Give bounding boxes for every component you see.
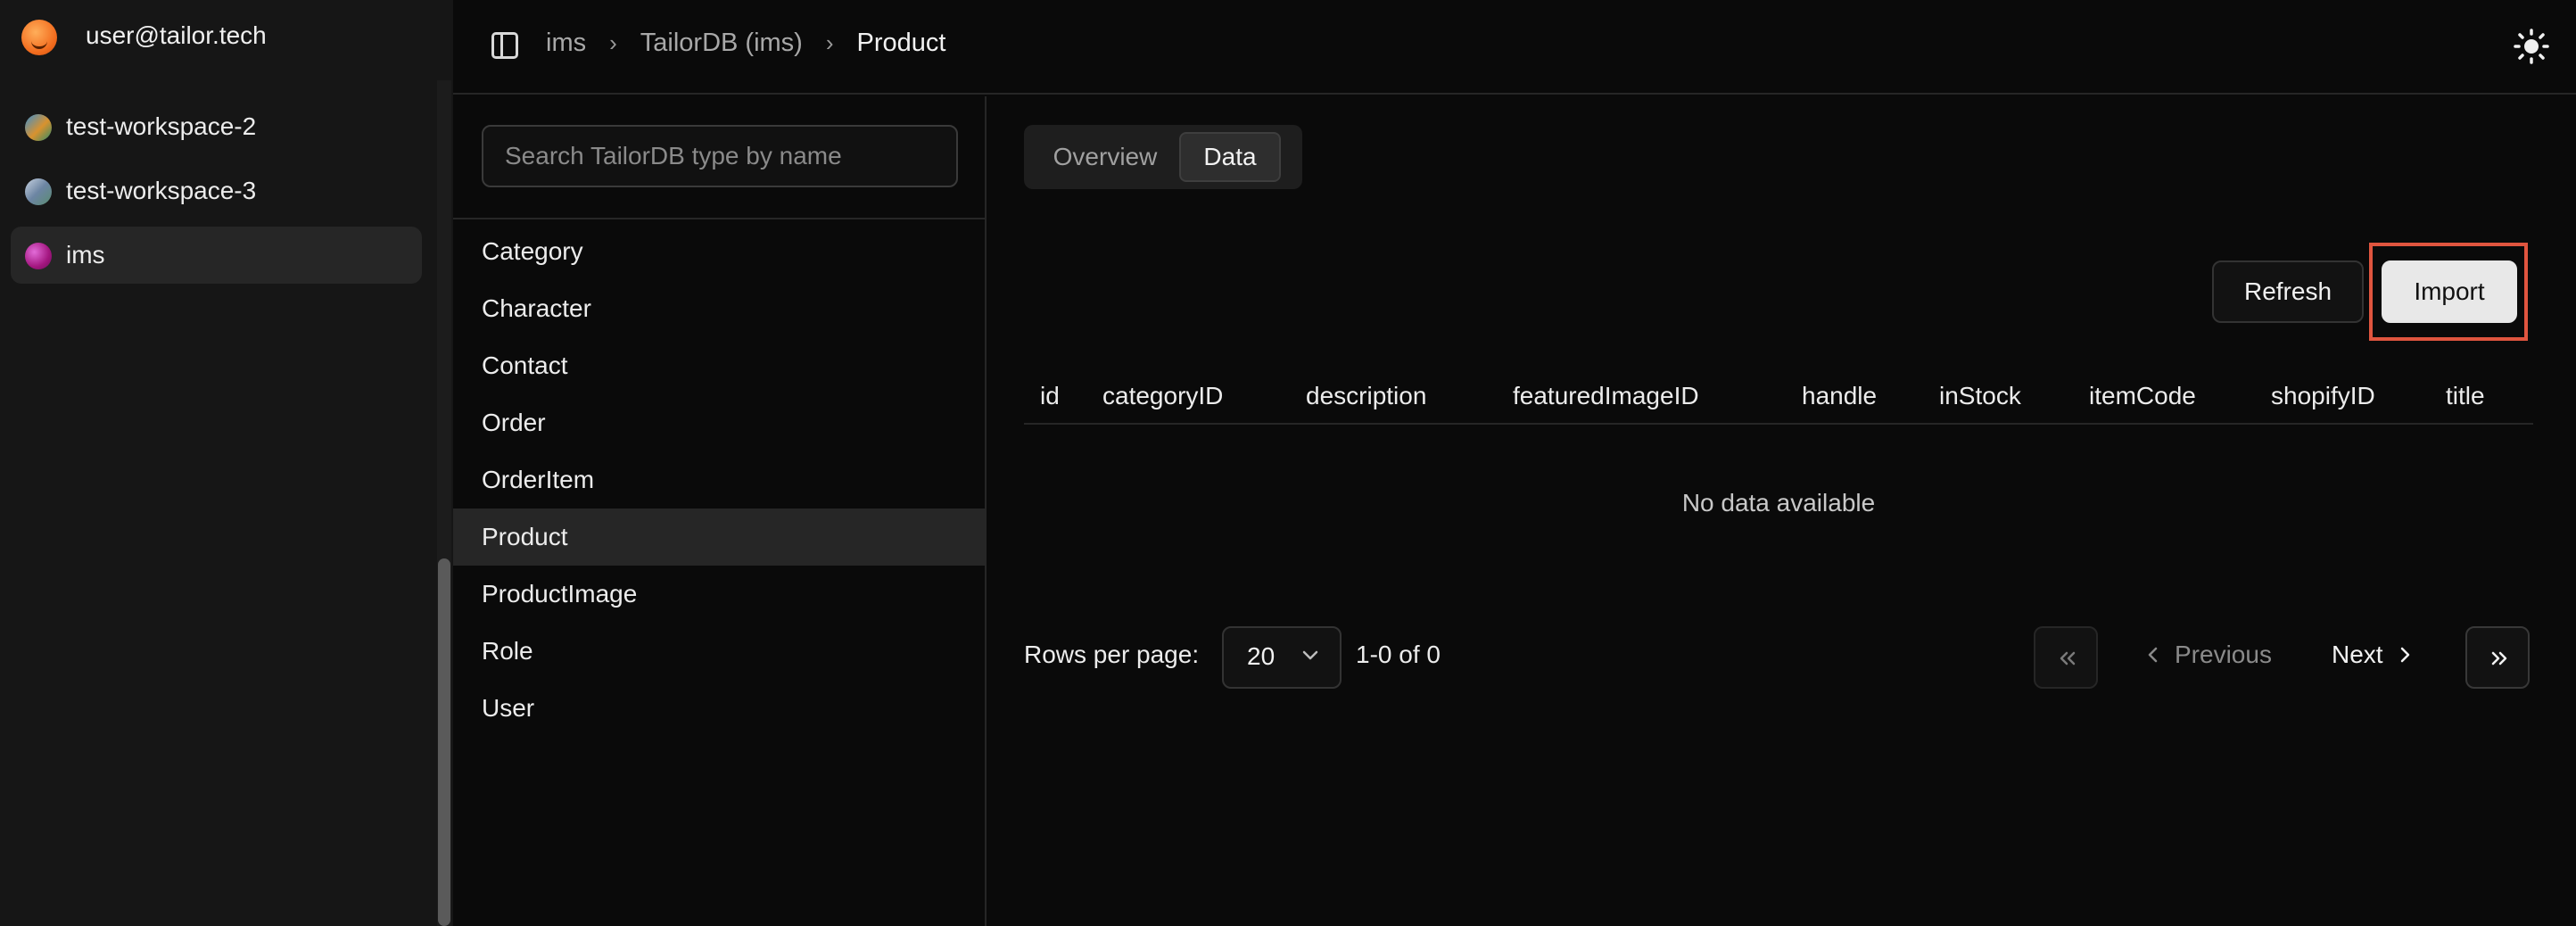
workspace-avatar [25,114,52,141]
rows-per-page-select[interactable]: 20 [1222,626,1342,689]
previous-page-button[interactable]: Previous [2144,641,2272,669]
column-header-description[interactable]: description [1306,382,1426,410]
user-menu[interactable]: user@tailor.tech [0,0,453,75]
workspace-item-test-workspace-2[interactable]: test-workspace-2 [11,98,422,155]
chevron-right-icon: › [609,29,617,56]
type-item-orderitem[interactable]: OrderItem [453,451,985,508]
breadcrumb-item-current: Product [856,29,946,57]
refresh-button[interactable]: Refresh [2212,260,2364,323]
next-page-button[interactable]: Next [2332,641,2414,669]
type-item-character[interactable]: Character [453,280,985,337]
breadcrumb: ims › TailorDB (ims) › Product [546,29,945,58]
sidebar-toggle-icon[interactable] [491,32,518,59]
workspace-item-ims[interactable]: ims [11,227,422,284]
workspace-avatar [25,243,52,269]
view-tabs: Overview Data [1024,125,1302,189]
sidebar: user@tailor.tech test-workspace-2 test-w… [0,0,453,926]
chevron-right-icon: › [825,29,834,56]
type-item-productimage[interactable]: ProductImage [453,566,985,623]
type-list-panel: Category Character Contact Order OrderIt… [453,96,987,926]
column-header-id[interactable]: id [1040,382,1060,410]
page-range: 1-0 of 0 [1356,641,1441,668]
workspace-label: test-workspace-2 [66,112,257,140]
type-item-role[interactable]: Role [453,623,985,680]
next-label: Next [2332,641,2383,668]
column-header-title[interactable]: title [2446,382,2485,410]
rows-per-page-label: Rows per page: [1024,641,1200,668]
workspace-avatar [25,178,52,205]
type-item-order[interactable]: Order [453,394,985,451]
column-header-shopifyid[interactable]: shopifyID [2271,382,2375,410]
top-bar: ims › TailorDB (ims) › Product [453,0,2576,95]
sun-icon[interactable] [2514,29,2549,64]
table-header: id categoryID description featuredImageI… [1024,373,2533,425]
chevrons-left-icon [2060,651,2076,666]
chevron-right-icon [2400,647,2409,663]
rows-per-page-value: 20 [1247,642,1276,670]
chevron-left-icon [2148,647,2158,663]
column-header-itemcode[interactable]: itemCode [2089,382,2196,410]
chevron-down-icon [1302,650,1318,660]
tab-overview[interactable]: Overview [1038,132,1172,182]
column-header-handle[interactable]: handle [1802,382,1877,410]
previous-label: Previous [2175,641,2272,668]
user-email: user@tailor.tech [86,21,267,49]
import-button[interactable]: Import [2382,260,2517,323]
type-item-category[interactable]: Category [453,223,985,280]
column-header-categoryid[interactable]: categoryID [1102,382,1223,410]
workspace-list: test-workspace-2 test-workspace-3 ims [11,98,422,291]
workspace-label: test-workspace-3 [66,177,257,204]
type-item-product[interactable]: Product [453,508,985,566]
workspace-label: ims [66,241,105,269]
tab-data[interactable]: Data [1179,132,1281,182]
first-page-button[interactable] [2034,626,2098,689]
type-item-contact[interactable]: Contact [453,337,985,394]
column-header-instock[interactable]: inStock [1939,382,2021,410]
main-content: Overview Data Refresh Import id category… [988,96,2576,926]
workspace-item-test-workspace-3[interactable]: test-workspace-3 [11,162,422,219]
breadcrumb-item-tailordb[interactable]: TailorDB (ims) [640,29,803,58]
type-list: Category Character Contact Order OrderIt… [453,223,985,737]
last-page-button[interactable] [2465,626,2530,689]
type-item-user[interactable]: User [453,680,985,737]
chevrons-right-icon [2491,651,2507,666]
divider [453,218,985,219]
search-input[interactable] [482,125,958,187]
avatar [21,20,57,55]
empty-state: No data available [1681,489,1876,517]
column-header-featuredimageid[interactable]: featuredImageID [1513,382,1699,410]
breadcrumb-item-workspace[interactable]: ims [546,29,586,58]
sidebar-scrollbar-thumb[interactable] [438,558,450,926]
